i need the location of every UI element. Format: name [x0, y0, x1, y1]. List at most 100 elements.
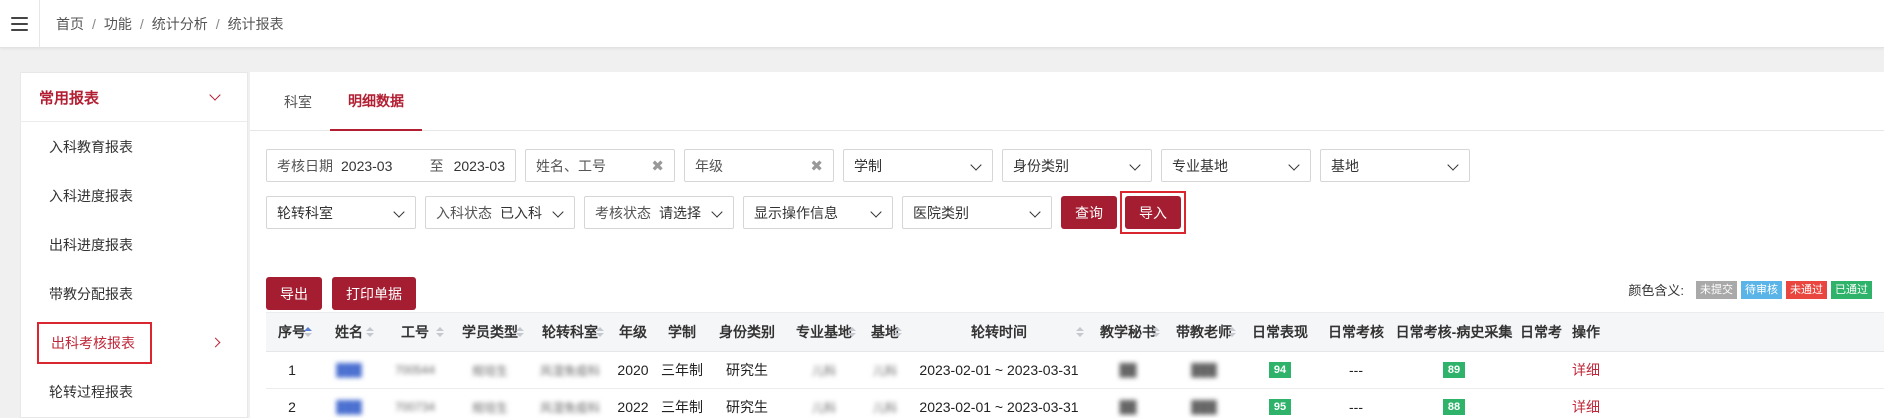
breadcrumb-home[interactable]: 首页 — [56, 14, 84, 34]
column-label: 序号 — [278, 324, 306, 340]
date-separator: 至 — [429, 157, 444, 174]
action-bar: 导出 打印单据 — [266, 277, 416, 310]
table-row: 2 ███ 700734 规培生 风湿免疫科 2022 三年制 研究生 儿科 儿… — [266, 389, 1884, 418]
base-select[interactable]: 基地 — [1320, 149, 1470, 182]
filter-panel: 考核日期 2023-03 至 2023-03 姓名、工号 ✖ 年级 ✖ 学制 身… — [266, 149, 1866, 243]
column-label: 日常考核 — [1328, 324, 1384, 340]
cell-id: 700544 — [394, 363, 436, 377]
date-to-input[interactable]: 2023-03 — [454, 158, 505, 174]
clear-icon[interactable]: ✖ — [651, 157, 664, 175]
data-table: 序号 姓名 工号 学员类型 轮转科室 年级 学制 身份类别 专业基地 基地 轮转… — [266, 312, 1884, 418]
column-label: 年级 — [619, 324, 647, 340]
chevron-down-icon — [1129, 159, 1141, 171]
hospital-type-select[interactable]: 医院类别 — [902, 196, 1052, 229]
entry-status-value: 已入科 — [500, 204, 542, 221]
col-index[interactable]: 序号 — [266, 313, 318, 351]
column-label: 轮转时间 — [971, 324, 1027, 340]
menu-toggle-button[interactable] — [0, 0, 40, 48]
cell-base: 儿科 — [872, 363, 897, 378]
col-name[interactable]: 姓名 — [318, 313, 380, 351]
sort-icon — [1228, 327, 1236, 337]
rotation-dept-select-value: 轮转科室 — [277, 204, 333, 221]
print-button[interactable]: 打印单据 — [332, 277, 416, 310]
col-id[interactable]: 工号 — [380, 313, 450, 351]
legend-not-submitted: 未提交 — [1696, 280, 1737, 299]
col-history: 日常考核-病史采集 — [1394, 313, 1514, 351]
cell-name-link[interactable]: ███ — [336, 400, 362, 414]
col-daily-exam-2: 日常考 — [1514, 313, 1566, 351]
base-select-value: 基地 — [1331, 157, 1359, 174]
column-label: 学制 — [668, 324, 696, 340]
major-base-select[interactable]: 专业基地 — [1161, 149, 1311, 182]
clear-icon[interactable]: ✖ — [810, 157, 823, 175]
sidebar-group-common-reports[interactable]: 常用报表 — [21, 73, 247, 122]
chevron-right-icon — [210, 337, 221, 348]
breadcrumb-statistics[interactable]: 统计分析 — [152, 14, 208, 34]
detail-link[interactable]: 详细 — [1572, 397, 1600, 417]
detail-link[interactable]: 详细 — [1572, 360, 1600, 380]
identity-select[interactable]: 身份类别 — [1002, 149, 1152, 182]
tab-bar: 科室 明细数据 — [250, 72, 1884, 131]
breadcrumb-function[interactable]: 功能 — [104, 14, 132, 34]
legend-passed: 已通过 — [1831, 280, 1872, 299]
column-label: 日常表现 — [1252, 324, 1308, 340]
col-period[interactable]: 轮转时间 — [908, 313, 1090, 351]
sidebar-item-label: 出科进度报表 — [49, 236, 133, 253]
col-major-base[interactable]: 专业基地 — [786, 313, 862, 351]
column-label: 日常考 — [1520, 324, 1562, 340]
col-teacher[interactable]: 带教老师 — [1166, 313, 1242, 351]
cell-major-base: 儿科 — [811, 400, 836, 415]
exam-date-label: 考核日期 — [277, 157, 333, 174]
tab-department[interactable]: 科室 — [266, 72, 330, 131]
col-grade: 年级 — [610, 313, 656, 351]
sidebar-item-teaching-assignment[interactable]: 带教分配报表 — [21, 269, 247, 318]
import-highlight-box: 导入 — [1120, 191, 1186, 234]
sidebar-item-exit-progress[interactable]: 出科进度报表 — [21, 220, 247, 269]
entry-status-label: 入科状态 — [436, 204, 492, 221]
sidebar-item-entry-education[interactable]: 入科教育报表 — [21, 122, 247, 171]
cell-name-link[interactable]: ███ — [336, 363, 362, 377]
chevron-down-icon — [1288, 159, 1300, 171]
sidebar-item-rotation-process[interactable]: 轮转过程报表 — [21, 367, 247, 416]
cell-secretary: ██ — [1119, 363, 1137, 377]
grade-input[interactable]: 年级 ✖ — [684, 149, 834, 182]
query-button[interactable]: 查询 — [1061, 196, 1117, 229]
exam-date-range[interactable]: 考核日期 2023-03 至 2023-03 — [266, 149, 516, 182]
score-badge[interactable]: 89 — [1442, 362, 1466, 378]
score-badge[interactable]: 95 — [1268, 399, 1292, 415]
system-select[interactable]: 学制 — [843, 149, 993, 182]
col-daily-exam: 日常考核 — [1318, 313, 1394, 351]
cell-grade: 2020 — [617, 362, 649, 378]
score-badge[interactable]: 88 — [1442, 399, 1466, 415]
sidebar-item-entry-progress[interactable]: 入科进度报表 — [21, 171, 247, 220]
entry-status-select[interactable]: 入科状态 已入科 — [425, 196, 575, 229]
import-button[interactable]: 导入 — [1125, 196, 1181, 229]
col-type[interactable]: 学员类型 — [450, 313, 530, 351]
system-select-value: 学制 — [854, 157, 882, 174]
cell-period: 2023-02-01 ~ 2023-03-31 — [919, 362, 1079, 378]
sidebar-item-exit-exam[interactable]: 出科考核报表 — [21, 318, 247, 367]
export-button[interactable]: 导出 — [266, 277, 322, 310]
chevron-down-icon — [552, 206, 564, 218]
col-base[interactable]: 基地 — [862, 313, 908, 351]
rotation-dept-select[interactable]: 轮转科室 — [266, 196, 416, 229]
show-ops-select[interactable]: 显示操作信息 — [743, 196, 893, 229]
cell-type: 规培生 — [471, 363, 508, 378]
sidebar-item-label: 入科进度报表 — [49, 187, 133, 204]
highlight-box: 出科考核报表 — [37, 321, 152, 364]
breadcrumb: 首页 / 功能 / 统计分析 / 统计报表 — [56, 14, 284, 34]
col-dept[interactable]: 轮转科室 — [530, 313, 610, 351]
exam-status-select[interactable]: 考核状态 请选择 — [584, 196, 734, 229]
chevron-down-icon — [870, 206, 882, 218]
main-panel: 科室 明细数据 考核日期 2023-03 至 2023-03 姓名、工号 ✖ 年… — [250, 72, 1884, 418]
sidebar-item-label: 入科教育报表 — [49, 138, 133, 155]
date-from-input[interactable]: 2023-03 — [341, 158, 420, 174]
major-base-select-value: 专业基地 — [1172, 157, 1228, 174]
name-id-input[interactable]: 姓名、工号 ✖ — [525, 149, 675, 182]
col-secretary[interactable]: 教学秘书 — [1090, 313, 1166, 351]
grade-placeholder: 年级 — [695, 157, 723, 174]
cell-teacher: ███ — [1191, 400, 1217, 414]
tab-detail-data[interactable]: 明细数据 — [330, 72, 422, 131]
sort-icon — [304, 327, 312, 337]
score-badge[interactable]: 94 — [1268, 362, 1292, 378]
